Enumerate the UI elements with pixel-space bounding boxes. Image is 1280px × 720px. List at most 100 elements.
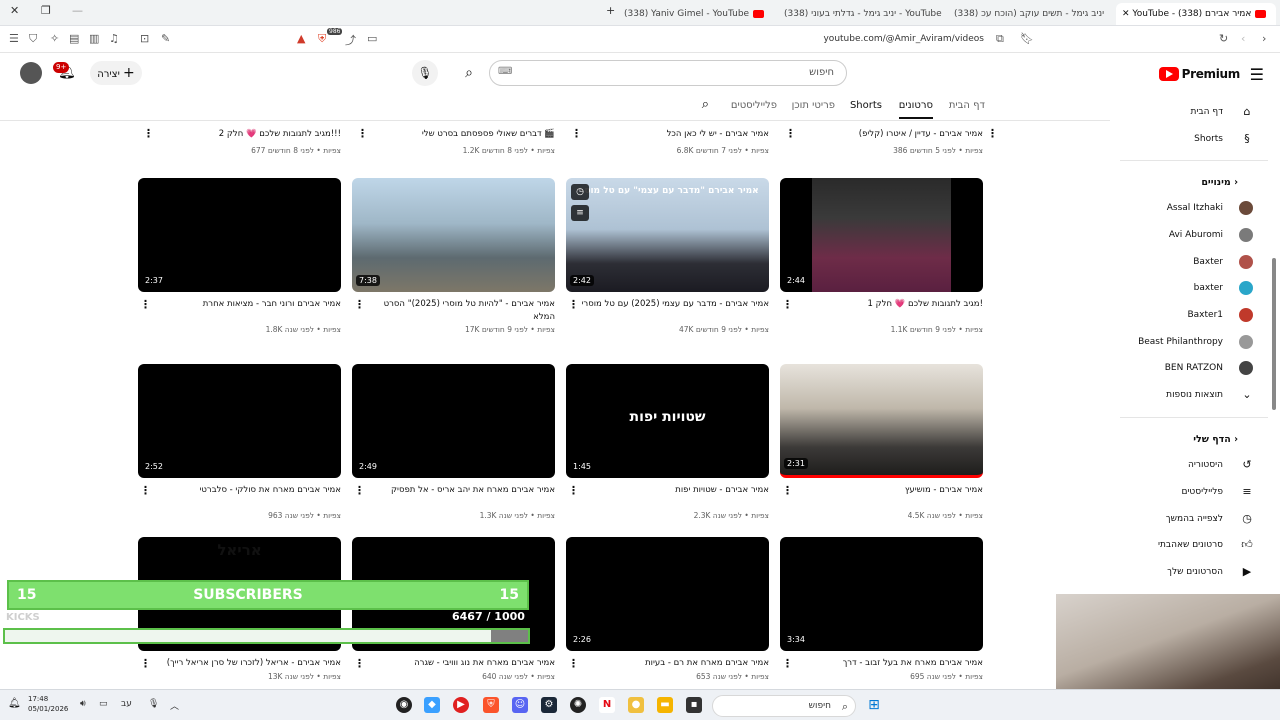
subscription-item[interactable]: Assal Itzhaki: [1110, 196, 1268, 220]
reader-icon[interactable]: ▤: [69, 32, 79, 45]
video-title[interactable]: מגיב לתגובות שלכם 💗 חלק 2!!!: [159, 129, 341, 139]
cast-icon[interactable]: ▭: [367, 32, 377, 45]
browser-tab-active[interactable]: ✕ YouTube - (338) אמיר אבירם: [1116, 3, 1276, 25]
subscription-item[interactable]: BEN RATZON: [1110, 356, 1268, 380]
menu-icon[interactable]: ☰: [9, 32, 19, 45]
more-options-icon[interactable]: ⋮: [354, 298, 365, 311]
more-options-icon[interactable]: ⋮: [354, 484, 365, 497]
more-options-icon[interactable]: ⋮: [354, 657, 365, 670]
more-options-icon[interactable]: ⋮: [568, 298, 579, 311]
search-button[interactable]: ⌕: [455, 60, 483, 86]
notification-icon[interactable]: 🔔︎: [8, 698, 21, 709]
voice-search-mic-icon[interactable]: 🎙︎: [412, 60, 438, 86]
video-card[interactable]: 2:49 אמיר אבירם מארח את יהב אריס - אל תפ…: [352, 364, 555, 520]
you-heading[interactable]: הדף שלי ›: [1110, 434, 1268, 445]
more-options-icon[interactable]: ⋮: [782, 298, 793, 311]
more-options-icon[interactable]: ⋮: [357, 127, 368, 140]
brave-browser-icon[interactable]: ⛨: [483, 697, 499, 713]
sidebar-item-watch-later[interactable]: לצפייה בהמשך ◷: [1110, 507, 1268, 531]
copy-link-icon[interactable]: ⧉: [996, 32, 1004, 46]
more-options-icon[interactable]: ⋮: [782, 484, 793, 497]
video-card[interactable]: שטויות יפות 1:45 אמיר אבירם - שטויות יפות…: [566, 364, 769, 520]
scrollbar-thumb[interactable]: [1272, 258, 1276, 410]
tab-posts[interactable]: פריטי תוכן: [792, 100, 835, 111]
share-icon[interactable]: ⤴: [345, 32, 356, 48]
music-icon[interactable]: ♫: [109, 32, 119, 45]
video-title[interactable]: אמיר אבירם מארח את סולקי - סלברטי: [138, 484, 341, 510]
taskbar-search[interactable]: חיפוש ⌕: [712, 695, 856, 717]
guide-menu-icon[interactable]: ☰: [1250, 65, 1264, 84]
video-title[interactable]: אמיר אבירם מארח את בעל זבוב - דרך: [780, 657, 983, 671]
more-options-icon[interactable]: ⋮: [140, 484, 151, 497]
app-icon[interactable]: ●: [628, 697, 644, 713]
tray-overflow-icon[interactable]: ︿: [170, 699, 179, 712]
show-more-button[interactable]: תוצאות נוספות ⌄: [1110, 383, 1268, 407]
subscription-item[interactable]: Beast Philanthropy: [1110, 330, 1268, 354]
video-card[interactable]: 2:26 אמיר אבירם מארח את רם - בעיות 653 צ…: [566, 537, 769, 681]
more-options-icon[interactable]: ⋮: [571, 127, 582, 140]
video-thumbnail[interactable]: 2:31: [780, 364, 983, 478]
reload-icon[interactable]: ↻: [1219, 32, 1228, 45]
restore-window-icon[interactable]: ❐: [41, 4, 51, 17]
video-title[interactable]: אמיר אבירם - אריאל (לזכרו של סרן אריאל ר…: [138, 657, 341, 671]
steam-icon[interactable]: ⚙: [541, 697, 557, 713]
video-thumbnail[interactable]: 7:38: [352, 178, 555, 292]
keyboard-icon[interactable]: ⌨: [498, 66, 512, 77]
video-card[interactable]: 7:38 אמיר אבירם - "להיות טל מוסרי (2025)…: [352, 178, 555, 334]
back-icon[interactable]: ›: [1262, 32, 1266, 45]
video-thumbnail[interactable]: אמיר אבירם "מדבר עם עצמי" עם טל מוסרי ◷ …: [566, 178, 769, 292]
more-options-icon[interactable]: ⋮: [987, 127, 998, 140]
subscription-item[interactable]: Avi Aburomi: [1110, 223, 1268, 247]
video-card[interactable]: 2:31 אמיר אבירם - מושיעץ 4.5K צפיות • לפ…: [780, 364, 983, 520]
forward-icon[interactable]: ‹: [1241, 32, 1245, 45]
sidebar-icon[interactable]: ▥: [89, 32, 99, 45]
youtube-app-icon[interactable]: ▶: [453, 697, 469, 713]
obs-icon[interactable]: ◉: [396, 697, 412, 713]
file-explorer-icon[interactable]: ▬: [657, 697, 673, 713]
video-title[interactable]: אמיר אבירם מארח את נוג ווויבי - שגרה: [352, 657, 555, 671]
browser-tab[interactable]: (338) יניב גימל - גדלתי בעוני - YouTube: [784, 3, 944, 25]
sidebar-item-liked[interactable]: סרטונים שאהבתי 👍︎: [1110, 533, 1268, 557]
add-to-queue-icon[interactable]: ≡: [571, 205, 589, 221]
video-title[interactable]: אמיר אבירם - יש לי כאן הכל: [587, 129, 769, 139]
video-thumbnail[interactable]: 2:52: [138, 364, 341, 478]
video-title[interactable]: אמיר אבירם מארח את רם - בעיות: [566, 657, 769, 671]
network-icon[interactable]: ▭: [99, 699, 108, 709]
close-window-icon[interactable]: ✕: [10, 4, 19, 17]
more-options-icon[interactable]: ⋮: [785, 127, 796, 140]
watch-later-clock-icon[interactable]: ◷: [571, 184, 589, 200]
chatgpt-icon[interactable]: ✺: [570, 697, 586, 713]
subscription-item[interactable]: baxter: [1110, 276, 1268, 300]
more-options-icon[interactable]: ⋮: [568, 484, 579, 497]
brave-shield-icon[interactable]: ⛨: [318, 32, 326, 46]
video-title[interactable]: אמיר אבירם - "להיות טל מוסרי (2025)" הסר…: [352, 298, 555, 324]
more-options-icon[interactable]: ⋮: [140, 298, 151, 311]
shield-icon[interactable]: ⛉: [29, 32, 37, 46]
video-title[interactable]: דברים שאולי פספסתם בסרט שלי 🎬: [373, 129, 555, 139]
bookmark-star-icon[interactable]: ✧: [50, 32, 59, 45]
subscription-item[interactable]: Baxter1: [1110, 303, 1268, 327]
terminal-icon[interactable]: ▪: [686, 697, 702, 713]
tab-videos[interactable]: סרטונים: [898, 100, 933, 119]
browser-tab[interactable]: (338) יניב גימל - תשים עוקב (הוכח עכ: [954, 3, 1104, 25]
netflix-icon[interactable]: N: [599, 697, 615, 713]
search-input[interactable]: ⌨ חיפוש: [489, 60, 847, 86]
browser-tab[interactable]: (338) Yaniv Gimel - YouTube: [624, 3, 774, 25]
video-thumbnail[interactable]: 2:26: [566, 537, 769, 651]
video-card[interactable]: 2:52 אמיר אבירם מארח את סולקי - סלברטי 9…: [138, 364, 341, 520]
video-thumbnail[interactable]: 2:44: [780, 178, 983, 292]
sidebar-item-your-videos[interactable]: הסרטונים שלך ▶: [1110, 560, 1268, 584]
triangle-alert-icon[interactable]: ▲: [297, 32, 305, 45]
create-button[interactable]: יצירה +: [90, 61, 142, 85]
subscriptions-heading[interactable]: מינויים ›: [1110, 177, 1268, 188]
sidebar-item-playlists[interactable]: פלייליסטים ≡: [1110, 480, 1268, 504]
sidebar-item-history[interactable]: היסטוריה ↺: [1110, 453, 1268, 477]
video-title[interactable]: אמיר אבירם - עדיין / איטרו (קליפ): [801, 129, 983, 139]
taskbar-clock[interactable]: 17:48 05/01/2026: [28, 694, 68, 714]
video-title[interactable]: אמיר אבירם ורוני חבר - מציאות אחרת: [138, 298, 341, 324]
video-title[interactable]: אמיר אבירם - מדבר עם עצמי (2025) עם טל מ…: [566, 298, 769, 324]
video-thumbnail[interactable]: 2:49: [352, 364, 555, 478]
video-thumbnail[interactable]: 3:34: [780, 537, 983, 651]
video-thumbnail[interactable]: שטויות יפות 1:45: [566, 364, 769, 478]
tab-shorts[interactable]: Shorts: [850, 100, 882, 111]
